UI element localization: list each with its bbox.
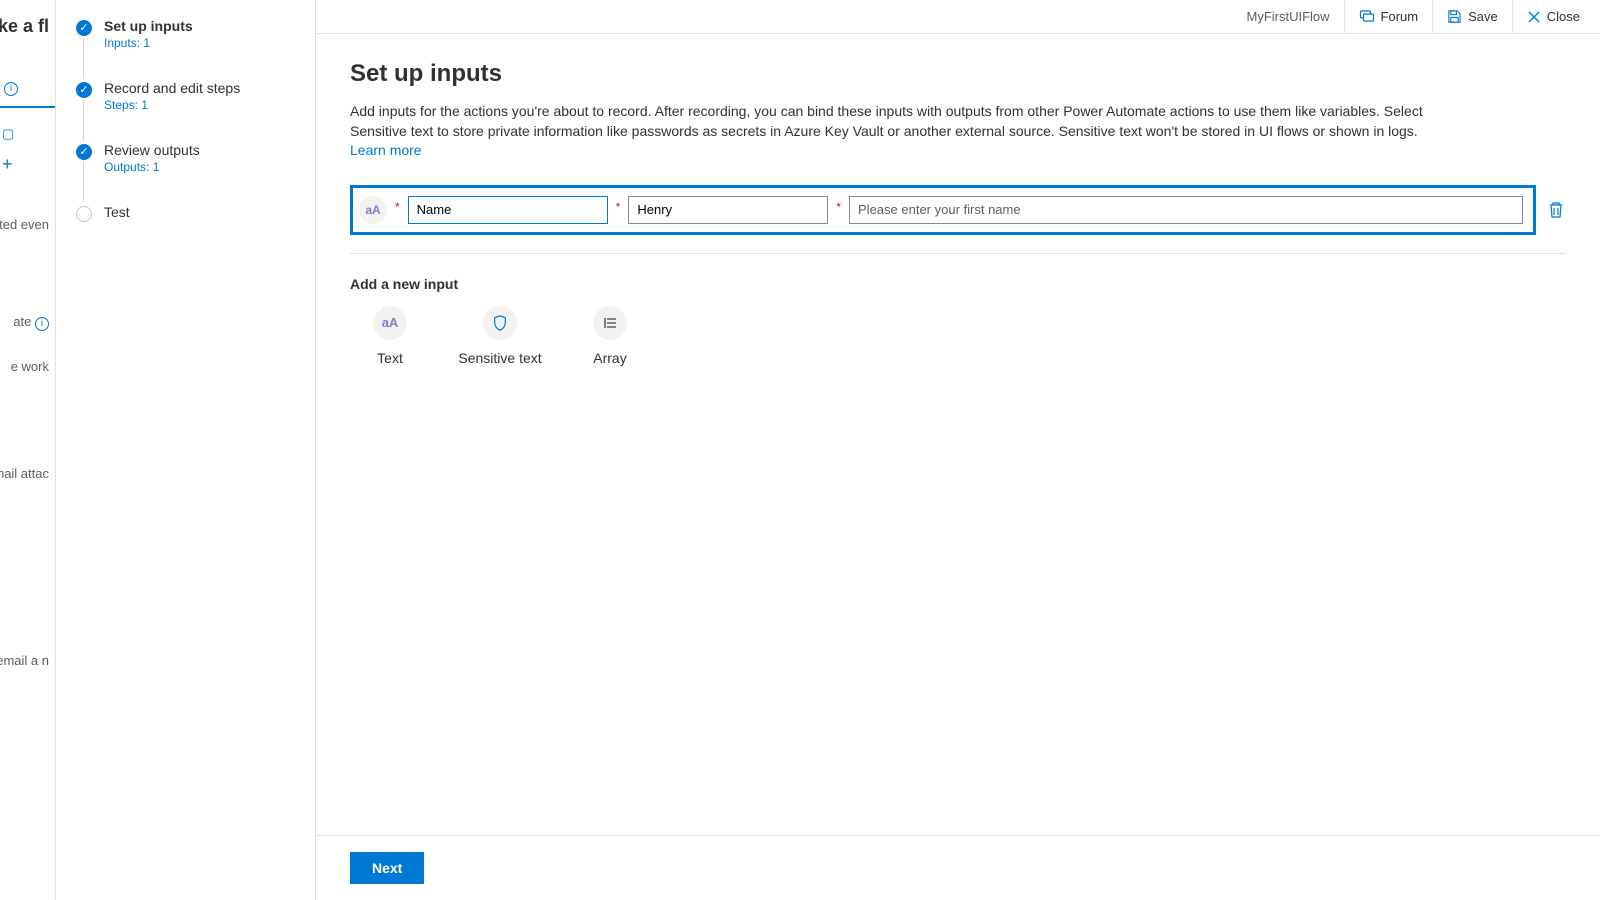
learn-more-link[interactable]: Learn more [350,142,422,158]
panel-title-fragment: ake a fl [0,10,55,43]
list-icon [593,306,627,340]
left-panel-clipped: ake a fl i ▢ + nated even ate i e work m… [0,0,56,900]
check-icon: ✓ [76,20,92,36]
fragment-text: nated even [0,211,55,238]
step-title: Record and edit steps [104,80,305,96]
step-record-edit[interactable]: ✓ Record and edit steps Steps: 1 [76,80,305,112]
step-subtitle: Inputs: 1 [104,36,305,50]
chat-icon [1359,9,1375,25]
input-description-field[interactable] [849,196,1523,224]
add-input-array[interactable]: Array [570,306,650,366]
plus-icon[interactable]: + [0,148,55,181]
add-input-label: Sensitive text [458,350,541,366]
info-icon[interactable]: i [0,73,55,102]
footer-bar: Next [316,835,1600,900]
input-name-field[interactable] [408,196,608,224]
close-label: Close [1547,9,1580,24]
save-label: Save [1468,9,1498,24]
text-type-icon: aA [373,306,407,340]
circle-icon [76,206,92,222]
selected-underline [0,106,55,108]
forum-label: Forum [1381,9,1419,24]
check-icon: ✓ [76,82,92,98]
add-new-input-heading: Add a new input [350,276,1566,292]
input-definition-row: aA * * * [350,185,1536,235]
forum-button[interactable]: Forum [1344,0,1433,33]
required-marker: * [393,200,402,214]
step-set-up-inputs[interactable]: ✓ Set up inputs Inputs: 1 [76,18,305,50]
step-title: Review outputs [104,142,305,158]
add-input-label: Array [593,350,626,366]
close-icon [1527,10,1541,24]
add-input-text[interactable]: aA Text [350,306,430,366]
step-subtitle: Steps: 1 [104,98,305,112]
add-input-label: Text [377,350,403,366]
save-icon [1447,9,1462,24]
next-button[interactable]: Next [350,852,424,884]
fragment-text: email a n [0,647,55,674]
fragment-text: mail attac [0,460,55,487]
step-test[interactable]: Test [76,204,305,220]
required-marker: * [834,200,843,214]
close-button[interactable]: Close [1512,0,1594,33]
input-sample-value-field[interactable] [628,196,828,224]
text-type-icon: aA [359,196,387,224]
shield-icon [483,306,517,340]
info-icon: i [35,317,49,331]
delete-icon[interactable] [1546,200,1566,220]
page-description: Add inputs for the actions you're about … [350,102,1450,161]
step-title: Set up inputs [104,18,305,34]
fragment-text: ate i [0,308,55,337]
flow-name-label: MyFirstUIFlow [1233,9,1344,24]
top-action-bar: MyFirstUIFlow Forum Save Close [316,0,1600,34]
fragment-text: e work [0,353,55,380]
add-input-sensitive-text[interactable]: Sensitive text [460,306,540,366]
required-marker: * [614,200,623,214]
step-review-outputs[interactable]: ✓ Review outputs Outputs: 1 [76,142,305,174]
save-button[interactable]: Save [1432,0,1512,33]
step-subtitle: Outputs: 1 [104,160,305,174]
check-icon: ✓ [76,144,92,160]
divider [350,253,1566,254]
new-tab-icon[interactable]: ▢ [0,120,55,148]
step-title: Test [104,204,305,220]
wizard-stepper: ✓ Set up inputs Inputs: 1 ✓ Record and e… [56,0,316,900]
page-title: Set up inputs [350,60,1566,88]
